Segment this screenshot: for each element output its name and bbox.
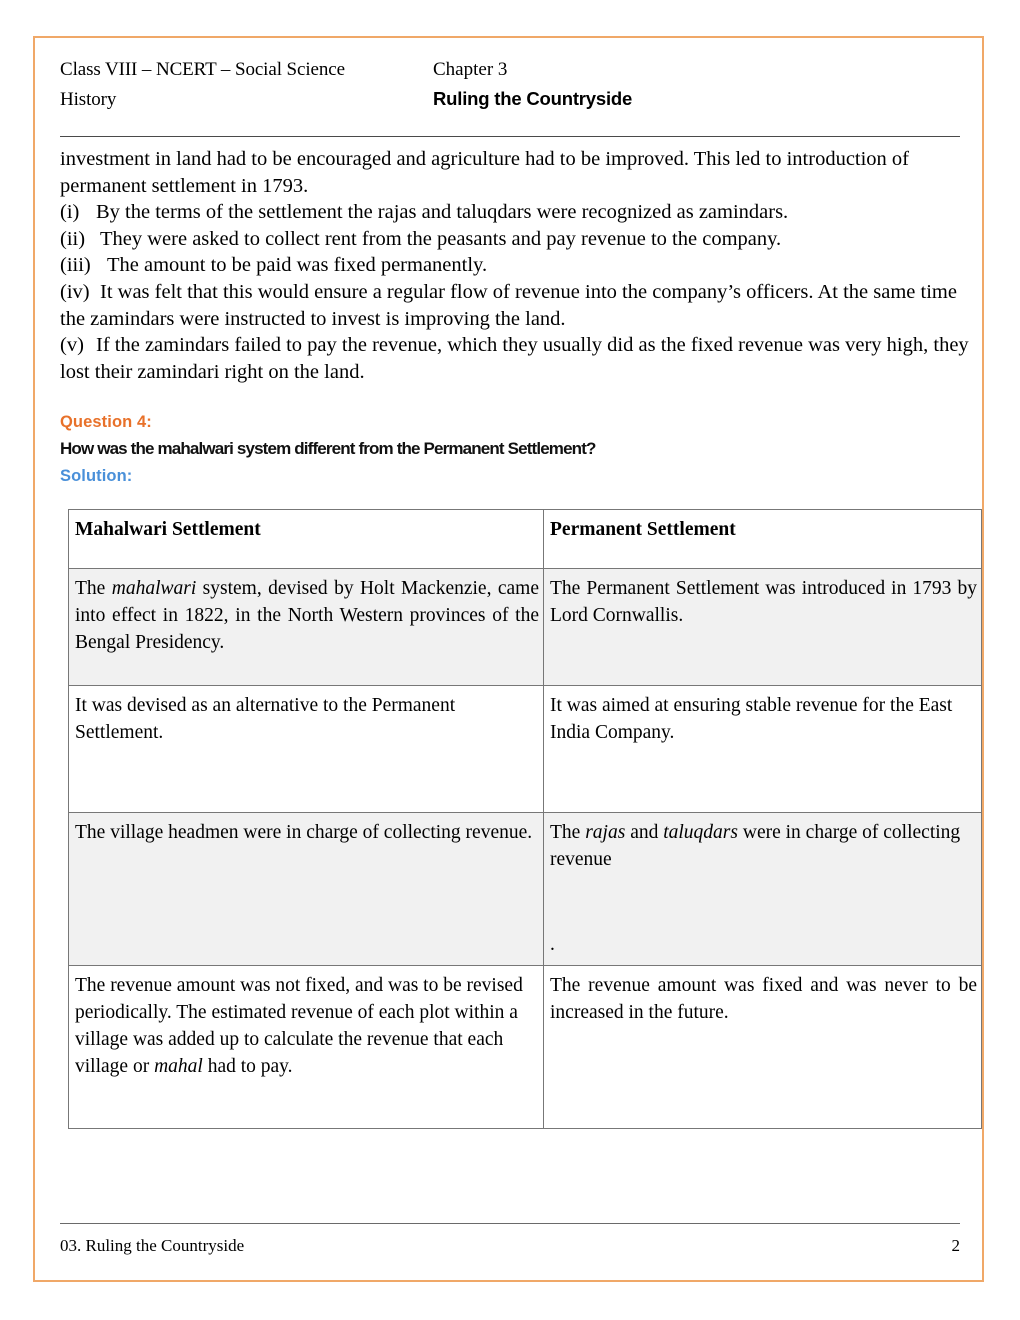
solution-label: Solution: xyxy=(60,467,133,485)
list-item: (ii) They were asked to collect rent from… xyxy=(60,226,970,253)
question-block: Question 4: How was the mahalwari system… xyxy=(60,410,960,488)
list-item: (iv) It was felt that this would ensure a… xyxy=(60,279,970,332)
list-text: They were asked to collect rent from the… xyxy=(100,227,782,250)
cell-emphasis: taluqdars xyxy=(663,822,738,843)
table-cell-mahalwari: The mahalwari system, devised by Holt Ma… xyxy=(68,568,544,686)
table-header-cell: Permanent Settlement xyxy=(543,509,982,569)
chapter-label: Chapter 3 xyxy=(433,59,508,80)
list-text: If the zamindars failed to pay the reven… xyxy=(60,334,969,383)
question-label: Question 4: xyxy=(60,413,152,431)
list-marker: (iii) xyxy=(60,254,91,277)
cell-emphasis: mahal xyxy=(154,1056,203,1077)
table-row: It was devised as an alternative to the … xyxy=(68,685,982,813)
footer-divider xyxy=(60,1223,960,1224)
page-footer: 03. Ruling the Countryside 2 xyxy=(60,1236,960,1256)
course-line: Class VIII – NCERT – Social Science xyxy=(60,59,345,80)
table-cell-mahalwari: The revenue amount was not fixed, and wa… xyxy=(68,965,544,1129)
question-text: How was the mahalwari system different f… xyxy=(60,439,596,458)
cell-emphasis: mahalwari xyxy=(111,578,197,599)
header-row-subject: History Ruling the Countryside xyxy=(60,88,960,117)
footer-title: 03. Ruling the Countryside xyxy=(60,1236,245,1255)
header-row-course: Class VIII – NCERT – Social Science Chap… xyxy=(60,59,960,88)
list-marker: (v) xyxy=(60,334,84,357)
cell-trailing-period: . xyxy=(550,934,555,955)
table-cell-permanent: It was aimed at ensuring stable revenue … xyxy=(543,685,982,813)
list-text: It was felt that this would ensure a reg… xyxy=(60,280,957,330)
body-content: investment in land had to be encouraged … xyxy=(60,146,970,385)
cell-emphasis: rajas xyxy=(585,822,626,843)
table-row: The revenue amount was not fixed, and wa… xyxy=(68,965,982,1129)
list-item: (i) By the terms of the settlement the ra… xyxy=(60,199,970,226)
footer-page-number: 2 xyxy=(951,1236,961,1255)
cell-text: The revenue amount was not fixed, and wa… xyxy=(75,975,523,1077)
table-header-row: Mahalwari Settlement Permanent Settlemen… xyxy=(68,509,982,569)
page-header: Class VIII – NCERT – Social Science Chap… xyxy=(60,59,960,117)
chapter-title: Ruling the Countryside xyxy=(433,88,633,109)
list-text: By the terms of the settlement the rajas… xyxy=(96,201,789,224)
table-cell-mahalwari: The village headmen were in charge of co… xyxy=(68,812,544,966)
list-item: (v) If the zamindars failed to pay the re… xyxy=(60,332,970,385)
table-cell-permanent: The Permanent Settlement was introduced … xyxy=(543,568,982,686)
table-cell-permanent: The revenue amount was fixed and was nev… xyxy=(543,965,982,1129)
cell-text: and xyxy=(625,822,664,843)
list-marker: (ii) xyxy=(60,227,86,250)
list-marker: (iv) xyxy=(60,280,90,303)
list-item: (iii) The amount to be paid was fixed per… xyxy=(60,252,970,279)
comparison-table: Mahalwari Settlement Permanent Settlemen… xyxy=(68,509,982,1129)
table-row: The mahalwari system, devised by Holt Ma… xyxy=(68,568,982,686)
table-header-cell: Mahalwari Settlement xyxy=(68,509,544,569)
list-text: The amount to be paid was fixed permanen… xyxy=(107,254,488,277)
list-marker: (i) xyxy=(60,201,80,224)
header-divider xyxy=(60,136,960,137)
table-cell-permanent: The rajas and taluqdars were in charge o… xyxy=(543,812,982,966)
table-row: The village headmen were in charge of co… xyxy=(68,812,982,966)
intro-paragraph: investment in land had to be encouraged … xyxy=(60,148,910,197)
table-cell-mahalwari: It was devised as an alternative to the … xyxy=(68,685,544,813)
cell-text: The xyxy=(550,822,586,843)
cell-text: had to pay. xyxy=(202,1056,293,1077)
cell-text: The xyxy=(75,578,112,599)
document-page: Class VIII – NCERT – Social Science Chap… xyxy=(33,36,984,1282)
subject-label: History xyxy=(60,89,117,110)
